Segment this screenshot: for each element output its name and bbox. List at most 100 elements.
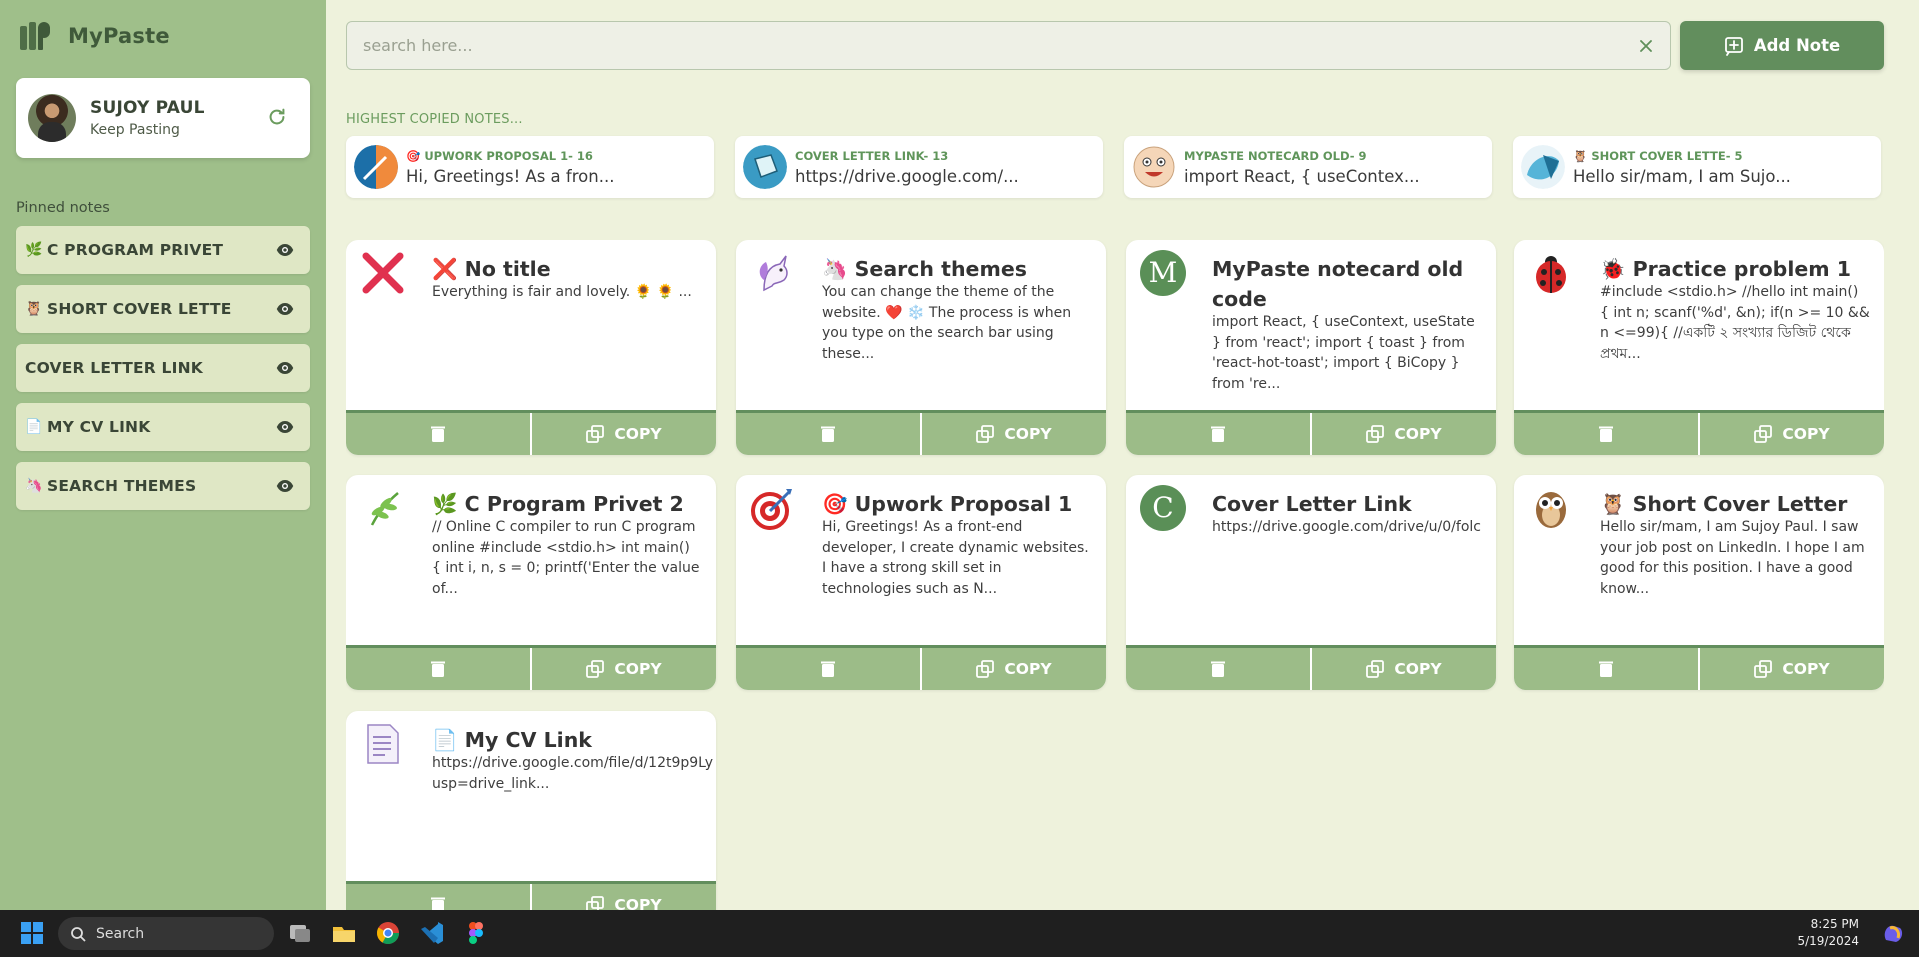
add-note-button[interactable]: Add Note: [1680, 21, 1884, 70]
note-title: 🎯 Upwork Proposal 1: [822, 492, 1073, 516]
delete-button[interactable]: [1514, 648, 1698, 690]
taskbar-date: 5/19/2024: [1797, 934, 1859, 948]
copy-button[interactable]: COPY: [532, 884, 716, 910]
search-input[interactable]: [347, 22, 1670, 69]
note-card[interactable]: 🎯 Upwork Proposal 1 Hi, Greetings! As a …: [736, 475, 1106, 690]
copy-label: COPY: [614, 660, 662, 678]
taskbar-clock[interactable]: 8:25 PM 5/19/2024: [1797, 916, 1859, 950]
delete-button[interactable]: [1126, 648, 1310, 690]
letter-c-icon: C: [1140, 485, 1186, 531]
delete-button[interactable]: [346, 648, 530, 690]
pinned-item-c-program-privet[interactable]: 🌿 C PROGRAM PRIVET: [16, 226, 310, 274]
delete-button[interactable]: [346, 884, 530, 910]
blue-shape-icon: [1521, 145, 1565, 189]
highest-copied-item[interactable]: 🎯 UPWORK PROPOSAL 1- 16 Hi, Greetings! A…: [346, 136, 714, 198]
eye-icon[interactable]: [276, 419, 294, 435]
delete-button[interactable]: [736, 413, 920, 455]
copy-button[interactable]: COPY: [922, 648, 1106, 690]
search-icon: [71, 926, 86, 942]
copy-label: COPY: [1782, 660, 1830, 678]
eye-icon[interactable]: [276, 301, 294, 317]
eye-icon[interactable]: [276, 478, 294, 494]
trash-icon: [821, 426, 835, 442]
note-card[interactable]: M MyPaste notecard old code import React…: [1126, 240, 1496, 455]
pinned-item-short-cover-lette[interactable]: 🦉 SHORT COVER LETTE: [16, 285, 310, 333]
note-title: 🌿 C Program Privet 2: [432, 492, 684, 516]
copy-button[interactable]: COPY: [532, 648, 716, 690]
windows-start-icon[interactable]: [19, 920, 45, 946]
delete-button[interactable]: [346, 413, 530, 455]
mypaste-logo-icon: [20, 22, 50, 50]
delete-button[interactable]: [736, 648, 920, 690]
owl-icon: 🦉: [25, 301, 43, 317]
note-actions: COPY: [736, 410, 1106, 455]
svg-text:C: C: [1152, 491, 1173, 524]
herb-icon: [370, 492, 399, 526]
note-actions: COPY: [736, 645, 1106, 690]
note-actions: COPY: [1126, 410, 1496, 455]
highest-copied-item[interactable]: 🦉 SHORT COVER LETTE- 5 Hello sir/mam, I …: [1513, 136, 1881, 198]
task-view-icon[interactable]: [287, 920, 313, 946]
copy-icon: [586, 660, 605, 678]
note-card[interactable]: 📄 My CV Link https://drive.google.com/fi…: [346, 711, 716, 910]
chrome-icon[interactable]: [375, 920, 401, 946]
document-icon: 📄: [25, 419, 43, 435]
note-card[interactable]: 🐞 Practice problem 1 #include <stdio.h> …: [1514, 240, 1884, 455]
pinned-item-my-cv-link[interactable]: 📄 MY CV LINK: [16, 403, 310, 451]
note-card[interactable]: 🌿 C Program Privet 2 // Online C compile…: [346, 475, 716, 690]
brand[interactable]: MyPaste: [18, 16, 310, 56]
note-card[interactable]: C Cover Letter Link https://drive.google…: [1126, 475, 1496, 690]
pinned-item-label: MY CV LINK: [47, 418, 151, 436]
unicorn-icon: 🦄: [25, 478, 43, 494]
copilot-icon[interactable]: [1880, 920, 1906, 946]
cartoon-face-icon: [1133, 146, 1175, 188]
copy-button[interactable]: COPY: [922, 413, 1106, 455]
copy-label: COPY: [614, 896, 662, 910]
delete-button[interactable]: [1126, 413, 1310, 455]
highest-copied-item[interactable]: COVER LETTER LINK- 13 https://drive.goog…: [735, 136, 1103, 198]
note-actions: COPY: [1126, 645, 1496, 690]
trash-icon: [431, 897, 445, 910]
highest-copied-label: MYPASTE NOTECARD OLD- 9: [1184, 148, 1367, 163]
highest-copied-label: 🦉 SHORT COVER LETTE- 5: [1573, 148, 1743, 163]
copy-button[interactable]: COPY: [1312, 648, 1496, 690]
note-actions: COPY: [346, 881, 716, 910]
highest-copied-item[interactable]: MYPASTE NOTECARD OLD- 9 import React, { …: [1124, 136, 1492, 198]
figma-icon[interactable]: [463, 920, 489, 946]
copy-button[interactable]: COPY: [1700, 648, 1884, 690]
pinned-item-search-themes[interactable]: 🦄 SEARCH THEMES: [16, 462, 310, 510]
note-title: ❌ No title: [432, 257, 551, 281]
note-actions: COPY: [1514, 645, 1884, 690]
note-body: https://drive.google.com/file/d/12t9p9Ly…: [432, 755, 713, 792]
copy-label: COPY: [1004, 425, 1052, 443]
trash-icon: [1211, 426, 1225, 442]
note-body: https://drive.google.com/drive/u/0/folc: [1212, 519, 1481, 535]
taskbar-search[interactable]: Search: [58, 917, 274, 950]
note-card[interactable]: 🦄 Search themes You can change the theme…: [736, 240, 1106, 455]
pinned-notes-heading: Pinned notes: [16, 200, 110, 216]
eye-icon[interactable]: [276, 242, 294, 258]
refresh-icon[interactable]: [266, 106, 288, 128]
note-body: import React, { useContext, useState } f…: [1212, 314, 1475, 392]
pinned-item-label: C PROGRAM PRIVET: [47, 241, 224, 259]
pinned-item-label: SHORT COVER LETTE: [47, 300, 232, 318]
file-explorer-icon[interactable]: [331, 920, 357, 946]
vscode-icon[interactable]: [419, 920, 445, 946]
eye-icon[interactable]: [276, 360, 294, 376]
note-card[interactable]: ❌ No title Everything is fair and lovely…: [346, 240, 716, 455]
svg-text:M: M: [1149, 256, 1178, 289]
cross-mark-icon: [362, 252, 404, 294]
ladybug-icon: [1536, 256, 1566, 293]
pinned-item-cover-letter-link[interactable]: COVER LETTER LINK: [16, 344, 310, 392]
copy-button[interactable]: COPY: [1700, 413, 1884, 455]
copy-label: COPY: [1782, 425, 1830, 443]
note-card[interactable]: 🦉 Short Cover Letter Hello sir/mam, I am…: [1514, 475, 1884, 690]
copy-icon: [586, 425, 605, 443]
copy-button[interactable]: COPY: [1312, 413, 1496, 455]
close-icon[interactable]: [1638, 38, 1654, 54]
highest-copied-preview: Hi, Greetings! As a fron...: [406, 166, 615, 186]
add-note-icon: [1724, 36, 1743, 56]
copy-button[interactable]: COPY: [532, 413, 716, 455]
delete-button[interactable]: [1514, 413, 1698, 455]
notes-grid: ❌ No title Everything is fair and lovely…: [346, 240, 1884, 910]
